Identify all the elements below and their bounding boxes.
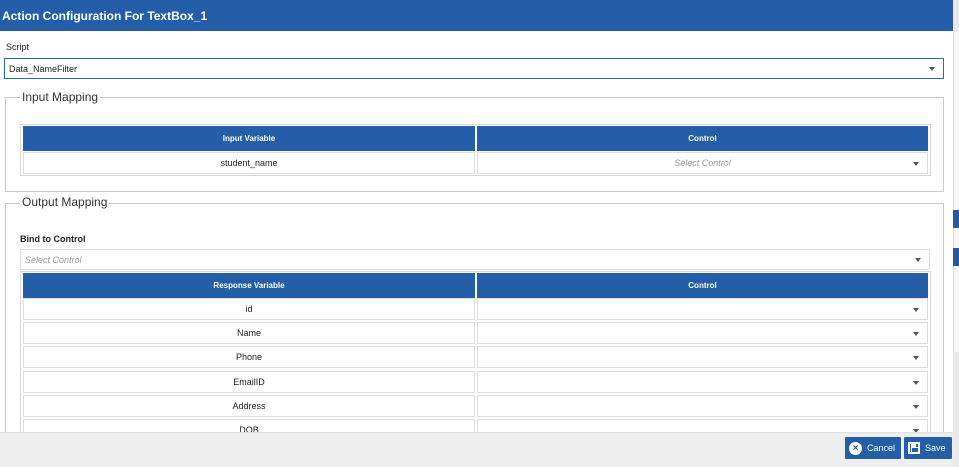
control-select[interactable] [477,419,928,432]
control-select[interactable] [477,371,928,393]
dialog-title: Action Configuration For TextBox_1 [2,9,208,23]
response-variable-cell: DOB [23,419,475,432]
response-variable-cell: Address [23,395,475,417]
background-bar [953,210,959,228]
save-button-label: Save [925,443,946,453]
response-variable-cell: id [23,298,475,320]
script-select[interactable]: Data_NameFilter [4,58,944,79]
dialog-body[interactable]: Script Data_NameFilter Input Mapping Inp… [0,31,953,432]
save-button[interactable]: Save [904,437,952,459]
response-variable-cell: Name [23,322,475,344]
column-header: Control [477,273,928,298]
input-mapping-legend: Input Mapping [20,90,101,104]
background-panel [953,32,959,352]
background-bar [953,248,959,266]
chevron-down-icon [913,381,919,385]
bind-to-control-select[interactable]: Select Control [20,249,930,270]
output-mapping-legend: Output Mapping [20,195,110,209]
action-configuration-dialog: Action Configuration For TextBox_1 Scrip… [0,0,953,467]
script-label: Script [6,42,30,52]
column-header: Input Variable [23,126,475,151]
input-variable-cell: student_name [23,152,475,174]
control-select[interactable] [477,395,928,417]
control-select-placeholder: Select Control [674,158,731,168]
column-header: Control [477,126,928,151]
response-variable-cell: Phone [23,346,475,368]
column-header: Response Variable [23,273,475,298]
control-select[interactable]: Select Control [477,152,928,174]
control-select[interactable] [477,322,928,344]
control-select[interactable] [477,298,928,320]
script-select-value: Data_NameFilter [9,64,78,74]
chevron-down-icon [913,308,919,312]
page: Action Configuration For TextBox_1 Scrip… [0,0,959,467]
control-select[interactable] [477,346,928,368]
chevron-down-icon [913,162,919,166]
dialog-titlebar: Action Configuration For TextBox_1 [0,0,953,31]
cancel-button[interactable]: × Cancel [845,437,902,459]
chevron-down-icon [913,356,919,360]
chevron-down-icon [929,67,935,71]
close-circle-icon: × [849,441,862,455]
response-variable-cell: EmailID [23,371,475,393]
bind-to-control-placeholder: Select Control [25,255,82,265]
background-app-strip [953,0,959,467]
chevron-down-icon [913,332,919,336]
save-icon [908,442,920,454]
dialog-footer: × Cancel Save [0,432,953,467]
chevron-down-icon [915,258,921,262]
chevron-down-icon [913,405,919,409]
bind-to-control-label: Bind to Control [20,234,86,244]
cancel-button-label: Cancel [867,443,896,453]
